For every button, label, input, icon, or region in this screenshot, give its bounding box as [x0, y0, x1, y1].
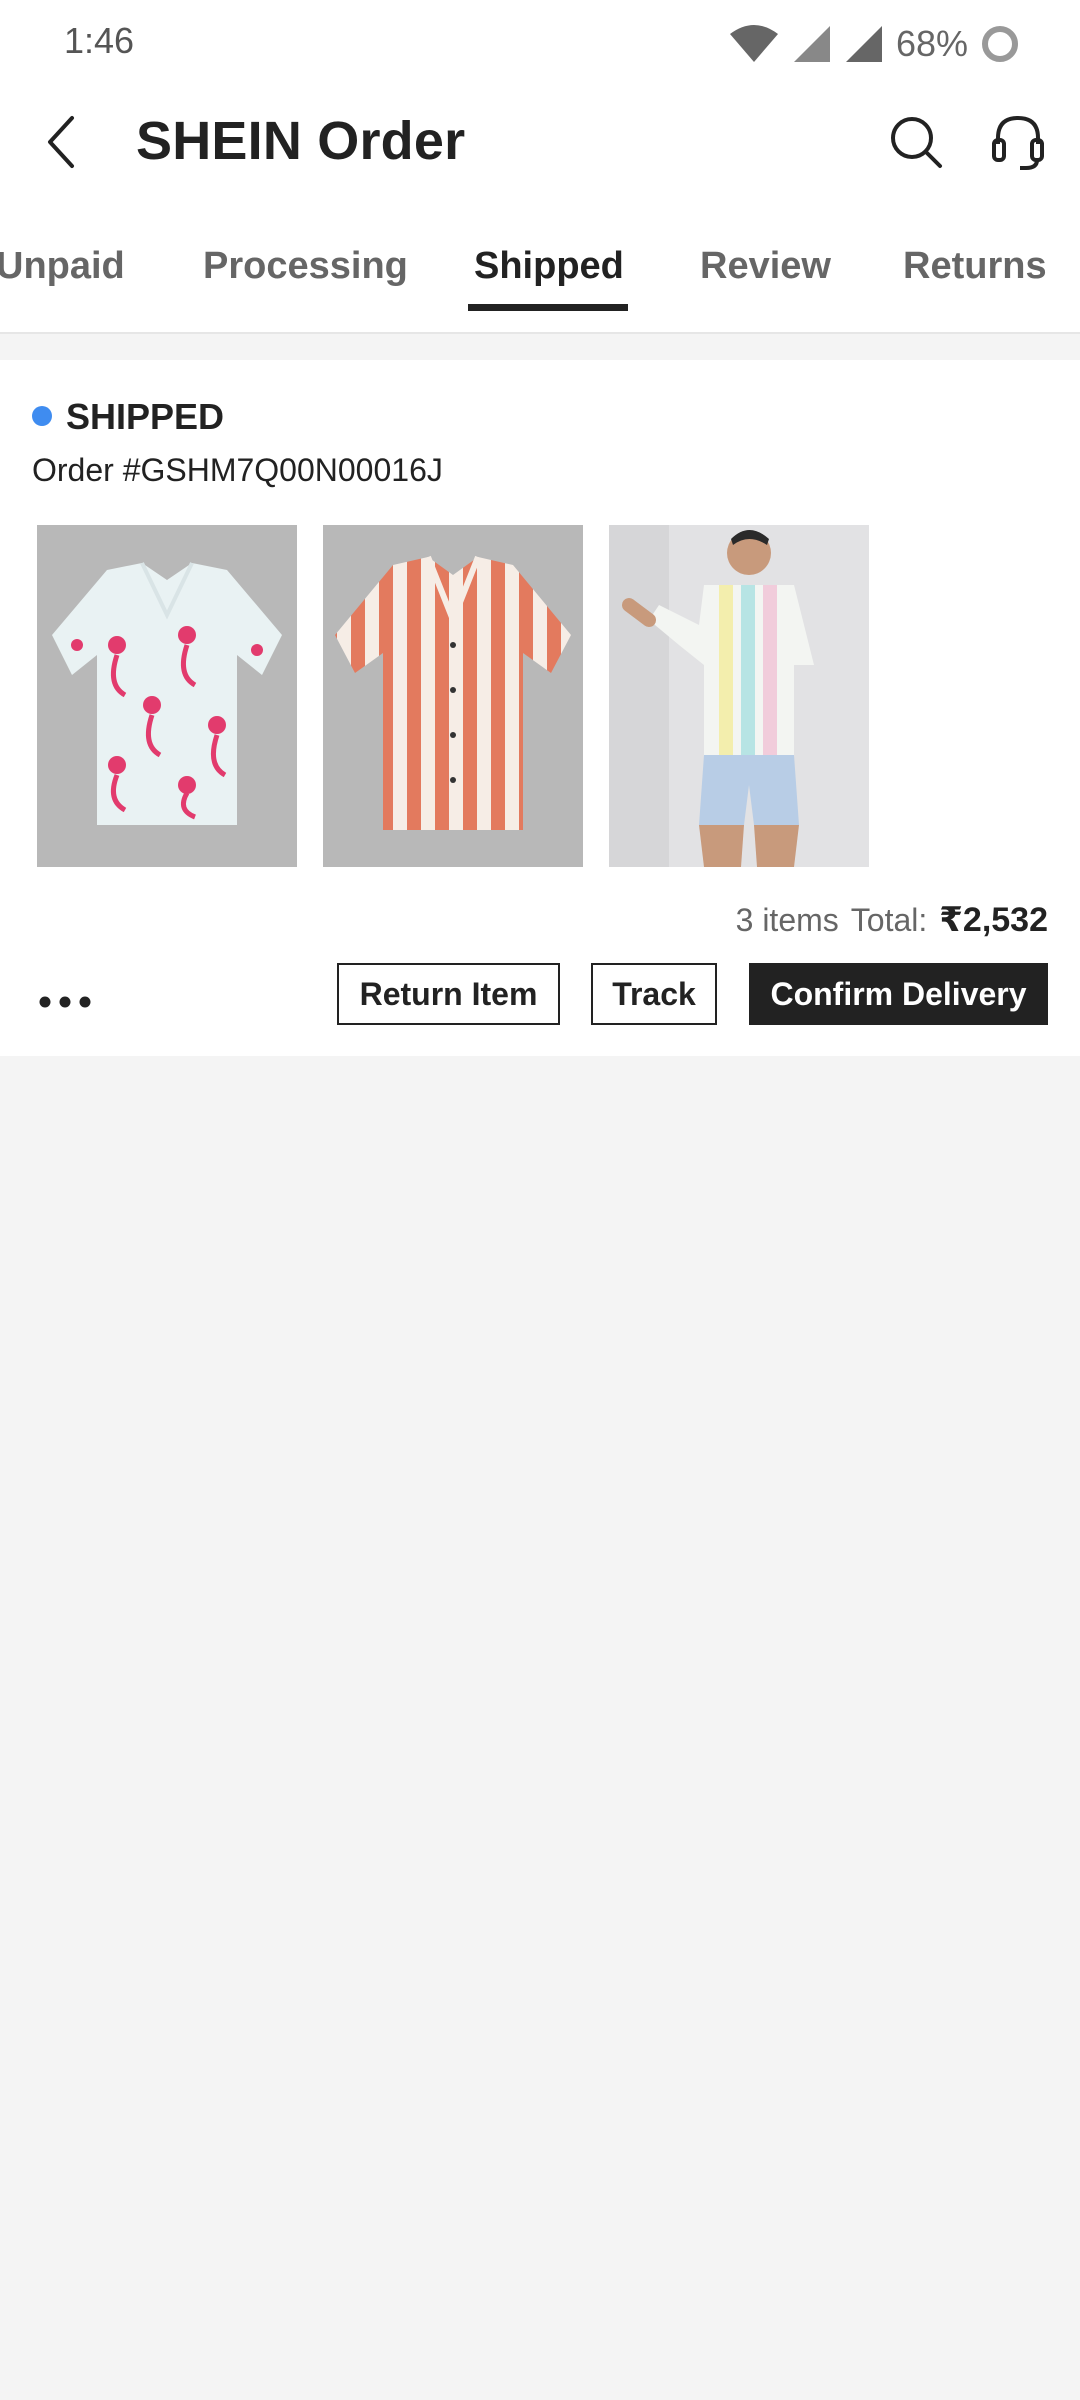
order-number: Order #GSHM7Q00N00016J	[32, 452, 443, 488]
active-tab-indicator	[468, 304, 628, 311]
battery-icon	[980, 24, 1020, 64]
signal-icon	[844, 24, 884, 64]
more-dots-icon	[38, 995, 92, 1014]
item-count: 3 items	[735, 902, 839, 938]
product-thumbnail-striped-shirt[interactable]	[323, 525, 583, 867]
product-thumbnail-flamingo-shirt[interactable]	[37, 525, 297, 867]
order-status-label: SHIPPED	[66, 396, 225, 437]
tab-unpaid[interactable]: Unpaid	[0, 200, 125, 332]
total-label: Total:	[850, 902, 928, 938]
tab-processing[interactable]: Processing	[203, 200, 408, 332]
product-thumbnail-model-shirt[interactable]	[609, 525, 869, 867]
back-button[interactable]	[30, 108, 94, 180]
order-summary: 3 items Total: ₹2,532	[736, 900, 1048, 940]
wifi-icon	[728, 24, 780, 64]
order-card[interactable]: SHIPPED Order #GSHM7Q00N00016J 3 items T…	[0, 360, 1080, 1056]
search-button[interactable]	[880, 108, 952, 180]
signal-icon	[792, 24, 832, 64]
tab-shipped[interactable]: Shipped	[474, 200, 624, 332]
status-time: 1:46	[64, 20, 135, 61]
headset-icon	[990, 112, 1046, 177]
tab-review[interactable]: Review	[700, 200, 831, 332]
page-title: SHEIN Order	[136, 111, 466, 171]
track-button[interactable]: Track	[591, 963, 717, 1025]
back-arrow-icon	[42, 114, 82, 175]
status-bar: 1:46 68%	[0, 0, 1080, 88]
tab-returns[interactable]: Returns	[903, 200, 1047, 332]
search-icon	[888, 114, 944, 175]
order-status-tabs: Unpaid Processing Shipped Review Returns	[0, 200, 1080, 334]
confirm-delivery-button[interactable]: Confirm Delivery	[749, 963, 1048, 1025]
return-item-button[interactable]: Return Item	[337, 963, 560, 1025]
customer-support-button[interactable]	[982, 108, 1054, 180]
battery-percent: 68%	[895, 23, 968, 64]
more-options-button[interactable]	[30, 974, 100, 1034]
status-icons: 68%	[728, 20, 1020, 68]
status-dot	[32, 406, 52, 426]
app-header: SHEIN Order	[0, 88, 1080, 200]
total-value: ₹2,532	[939, 901, 1048, 939]
